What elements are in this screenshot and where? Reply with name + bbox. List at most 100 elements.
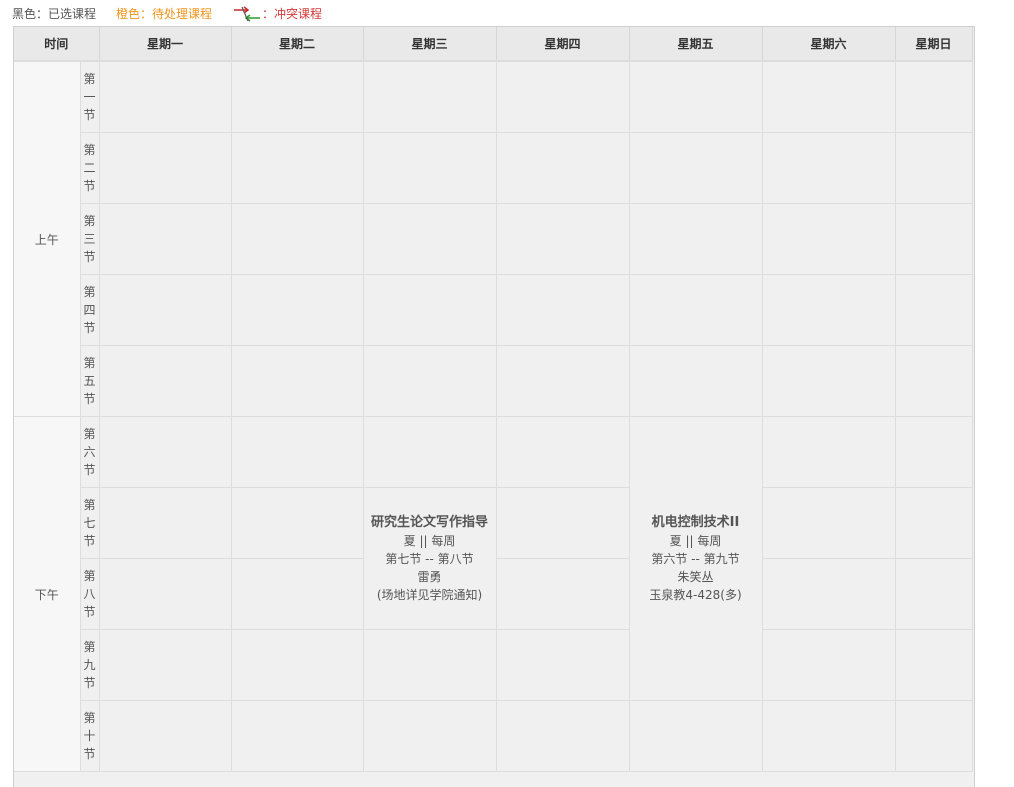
slot-fri-1[interactable] [629, 61, 763, 133]
schedule-table: 时间 星期一 星期二 星期三 星期四 星期五 星期六 星期日 上午 第一节 第 … [13, 26, 975, 787]
slot-wed-2[interactable] [363, 132, 497, 204]
slot-sun-8[interactable] [895, 558, 973, 630]
header-day-sun: 星期日 [895, 27, 973, 62]
slot-tue-9[interactable] [231, 629, 364, 701]
slot-sat-2[interactable] [762, 132, 896, 204]
slot-thu-5[interactable] [496, 345, 630, 417]
section-label-4: 第四节 [80, 274, 100, 346]
slot-sat-3[interactable] [762, 203, 896, 275]
slot-thu-10[interactable] [496, 700, 630, 772]
slot-mon-10[interactable] [99, 700, 232, 772]
legend-conflict: ：冲突课程 [262, 7, 323, 21]
section-label-7: 第七节 [80, 487, 100, 559]
slot-thu-1[interactable] [496, 61, 630, 133]
slot-sun-4[interactable] [895, 274, 973, 346]
slot-mon-4[interactable] [99, 274, 232, 346]
course-time: 第七节 -- 第八节 [385, 551, 474, 566]
slot-sat-7[interactable] [762, 487, 896, 559]
course-card-fri[interactable]: 机电控制技术II 夏 || 每周 第六节 -- 第九节 朱笑丛 玉泉教4-428… [629, 416, 763, 701]
section-label-10: 第十节 [80, 700, 100, 772]
slot-thu-4[interactable] [496, 274, 630, 346]
slot-tue-3[interactable] [231, 203, 364, 275]
slot-tue-5[interactable] [231, 345, 364, 417]
slot-wed-10[interactable] [363, 700, 497, 772]
slot-mon-2[interactable] [99, 132, 232, 204]
header-time: 时间 [14, 27, 100, 62]
course-term: 夏 || 每周 [669, 533, 722, 548]
slot-thu-7[interactable] [496, 487, 630, 559]
slot-fri-5[interactable] [629, 345, 763, 417]
slot-wed-4[interactable] [363, 274, 497, 346]
header-day-thu: 星期四 [496, 27, 630, 62]
slot-sat-6[interactable] [762, 416, 896, 488]
slot-sun-3[interactable] [895, 203, 973, 275]
course-teacher: 雷勇 [417, 569, 442, 584]
slot-sun-6[interactable] [895, 416, 973, 488]
course-name: 机电控制技术II [651, 514, 740, 530]
slot-sat-9[interactable] [762, 629, 896, 701]
slot-sat-5[interactable] [762, 345, 896, 417]
section-label-3: 第三节 [80, 203, 100, 275]
header-day-tue: 星期二 [231, 27, 364, 62]
slot-tue-2[interactable] [231, 132, 364, 204]
slot-sat-10[interactable] [762, 700, 896, 772]
slot-mon-8[interactable] [99, 558, 232, 630]
slot-sun-10[interactable] [895, 700, 973, 772]
slot-sun-9[interactable] [895, 629, 973, 701]
slot-tue-6[interactable] [231, 416, 364, 488]
slot-wed-3[interactable] [363, 203, 497, 275]
legend-pending: 橙色：待处理课程 [116, 7, 213, 21]
course-term: 夏 || 每周 [403, 533, 456, 548]
legend-selected: 黑色：已选课程 [12, 7, 97, 21]
slot-fri-2[interactable] [629, 132, 763, 204]
slot-fri-4[interactable] [629, 274, 763, 346]
slot-sun-2[interactable] [895, 132, 973, 204]
slot-sun-1[interactable] [895, 61, 973, 133]
header-day-wed: 星期三 [363, 27, 497, 62]
slot-wed-5[interactable] [363, 345, 497, 417]
slot-wed-6[interactable] [363, 416, 497, 488]
slot-tue-7[interactable] [231, 487, 364, 559]
slot-mon-5[interactable] [99, 345, 232, 417]
slot-fri-3[interactable] [629, 203, 763, 275]
slot-mon-3[interactable] [99, 203, 232, 275]
header-day-fri: 星期五 [629, 27, 763, 62]
course-card-wed[interactable]: 研究生论文写作指导 夏 || 每周 第七节 -- 第八节 雷勇 (场地详见学院通… [363, 487, 497, 630]
course-location: (场地详见学院通知) [376, 587, 483, 602]
period-morning: 上午 [14, 61, 81, 417]
slot-tue-8[interactable] [231, 558, 364, 630]
period-afternoon: 下午 [14, 416, 81, 772]
slot-thu-8[interactable] [496, 558, 630, 630]
slot-mon-9[interactable] [99, 629, 232, 701]
slot-sun-7[interactable] [895, 487, 973, 559]
section-label-2: 第二节 [80, 132, 100, 204]
section-label-9: 第九节 [80, 629, 100, 701]
header-day-sat: 星期六 [762, 27, 896, 62]
course-teacher: 朱笑丛 [677, 569, 714, 584]
header-day-mon: 星期一 [99, 27, 232, 62]
slot-wed-9[interactable] [363, 629, 497, 701]
slot-thu-6[interactable] [496, 416, 630, 488]
slot-wed-1[interactable] [363, 61, 497, 133]
section-label-1: 第一节 [80, 61, 100, 133]
slot-sun-5[interactable] [895, 345, 973, 417]
slot-tue-1[interactable] [231, 61, 364, 133]
slot-thu-3[interactable] [496, 203, 630, 275]
slot-tue-4[interactable] [231, 274, 364, 346]
section-label-5: 第五节 [80, 345, 100, 417]
slot-sat-1[interactable] [762, 61, 896, 133]
slot-tue-10[interactable] [231, 700, 364, 772]
slot-mon-7[interactable] [99, 487, 232, 559]
slot-mon-6[interactable] [99, 416, 232, 488]
slot-thu-9[interactable] [496, 629, 630, 701]
slot-fri-10[interactable] [629, 700, 763, 772]
slot-sat-4[interactable] [762, 274, 896, 346]
course-name: 研究生论文写作指导 [371, 514, 489, 530]
section-label-6: 第六节 [80, 416, 100, 488]
slot-mon-1[interactable] [99, 61, 232, 133]
section-label-8: 第八节 [80, 558, 100, 630]
legend: 黑色：已选课程 橙色：待处理课程 ：冲突课程 [12, 5, 322, 23]
slot-thu-2[interactable] [496, 132, 630, 204]
course-time: 第六节 -- 第九节 [651, 551, 740, 566]
slot-sat-8[interactable] [762, 558, 896, 630]
